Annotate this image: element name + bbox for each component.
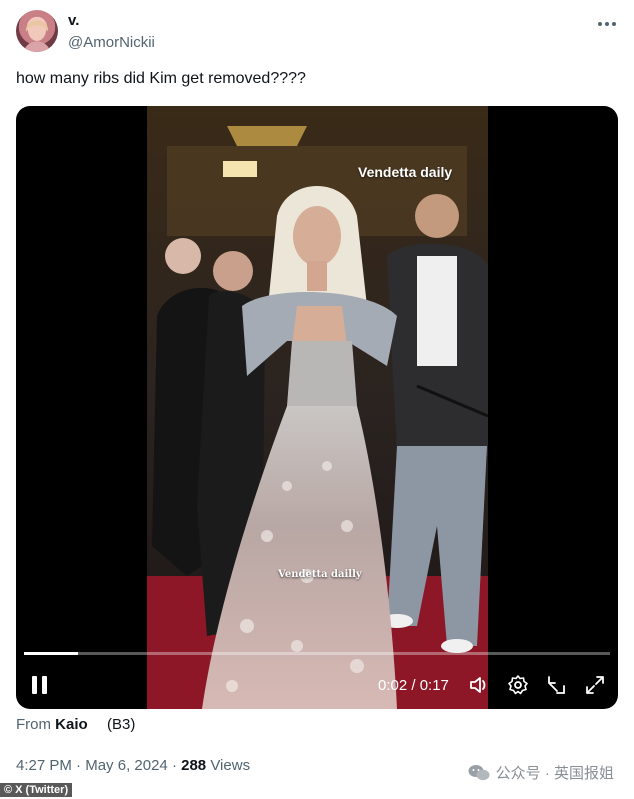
- source-name-link[interactable]: Kaio: [55, 716, 88, 733]
- author-name[interactable]: v.: [68, 12, 79, 29]
- exit-fullscreen-icon[interactable]: [545, 674, 567, 696]
- video-frame: [147, 106, 488, 709]
- avatar-image: [24, 19, 50, 52]
- video-player[interactable]: Vendetta daily Vendetta dailly 0:02 / 0:…: [16, 106, 618, 709]
- source-prefix: From: [16, 716, 51, 733]
- tweet-text: how many ribs did Kim get removed????: [16, 70, 306, 87]
- watermark-text: 公众号 · 英国报姐: [495, 765, 614, 782]
- volume-icon[interactable]: [468, 674, 490, 696]
- settings-gear-icon[interactable]: [507, 674, 529, 696]
- avatar[interactable]: [16, 10, 58, 52]
- views-label: Views: [210, 757, 251, 774]
- video-progress-fill: [24, 652, 79, 655]
- video-time: 0:02 / 0:17: [378, 677, 449, 694]
- wechat-icon: [468, 764, 490, 780]
- pause-icon[interactable]: [32, 676, 50, 696]
- video-watermark-middle: Vendetta dailly: [278, 569, 362, 580]
- source-tag: (B3): [107, 716, 136, 733]
- image-credit: © X (Twitter): [0, 783, 73, 797]
- more-dots-icon[interactable]: [598, 10, 616, 33]
- fullscreen-icon[interactable]: [584, 674, 606, 696]
- tweet-date[interactable]: May 6, 2024: [85, 757, 168, 774]
- wechat-watermark: 公众号 · 英国报姐: [468, 762, 614, 783]
- views-count: 288: [181, 757, 207, 774]
- source-attribution: From Kaio: [16, 716, 88, 733]
- author-handle[interactable]: @AmorNickii: [68, 34, 155, 51]
- tweet-meta: 4:27 PM · May 6, 2024 · 288 Views: [16, 757, 251, 774]
- video-watermark-top: Vendetta daily: [358, 164, 453, 180]
- tweet-time[interactable]: 4:27 PM: [16, 757, 72, 774]
- video-progress-bar[interactable]: [24, 652, 610, 655]
